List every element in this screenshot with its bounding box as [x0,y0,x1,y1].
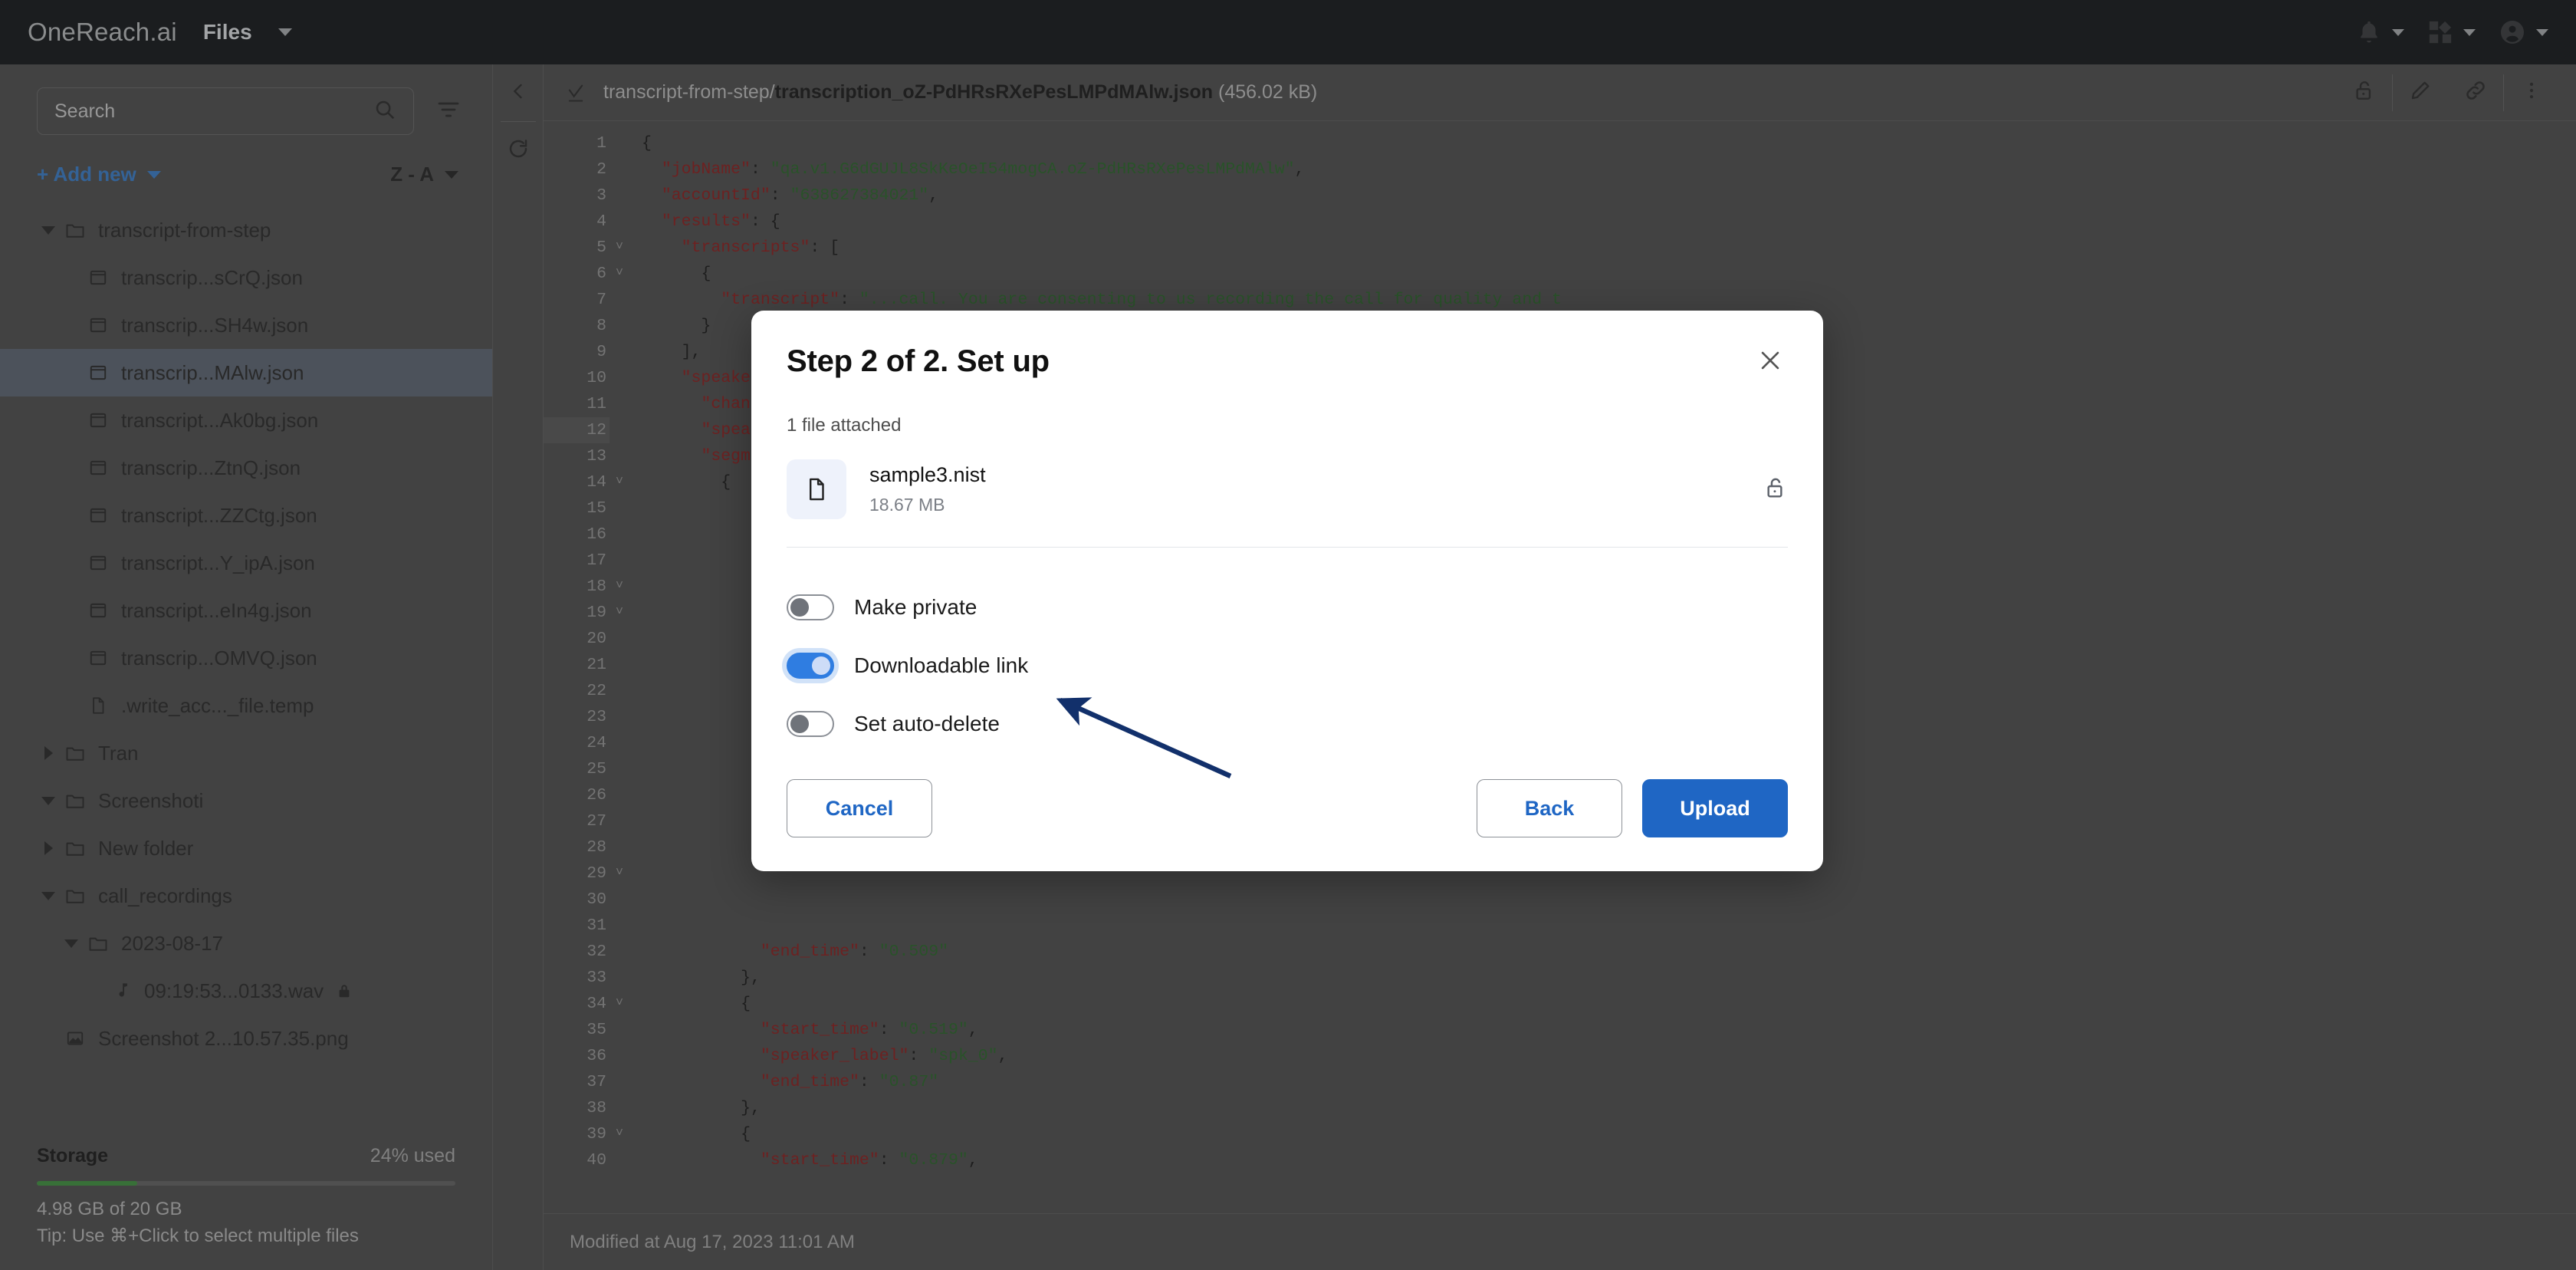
toggle-row-set-auto-delete[interactable]: Set auto-delete [787,695,1788,753]
modal-title: Step 2 of 2. Set up [787,344,1050,378]
files-app: OneReach.ai Files Search + Add new Z - A… [0,0,2576,1270]
attached-file-meta: sample3.nist 18.67 MB [869,463,986,515]
attached-files-label: 1 file attached [787,415,902,436]
file-lock-button[interactable] [1763,475,1788,504]
close-icon [1757,347,1783,377]
attached-file-row: sample3.nist 18.67 MB [787,459,1788,548]
cancel-button[interactable]: Cancel [787,779,932,837]
close-button[interactable] [1753,344,1788,380]
document-icon [787,459,846,519]
back-button[interactable]: Back [1477,779,1622,837]
modal-footer: Cancel Back Upload [787,779,1788,837]
attached-file-name: sample3.nist [869,463,986,486]
settings-toggles: Make private Downloadable link Set auto-de… [787,548,1788,753]
upload-button[interactable]: Upload [1642,779,1788,837]
toggle-switch[interactable] [787,653,834,679]
attached-file-size: 18.67 MB [869,495,945,515]
toggle-switch[interactable] [787,711,834,737]
toggle-label: Set auto-delete [854,712,1000,735]
toggle-row-downloadable-link[interactable]: Downloadable link [787,637,1788,695]
modal-header: Step 2 of 2. Set up [787,344,1788,380]
toggle-row-make-private[interactable]: Make private [787,578,1788,637]
unlock-icon [1763,475,1788,504]
toggle-switch[interactable] [787,594,834,620]
toggle-label: Make private [854,595,978,619]
setup-modal: Step 2 of 2. Set up 1 file attached samp… [751,311,1823,871]
toggle-label: Downloadable link [854,653,1029,677]
